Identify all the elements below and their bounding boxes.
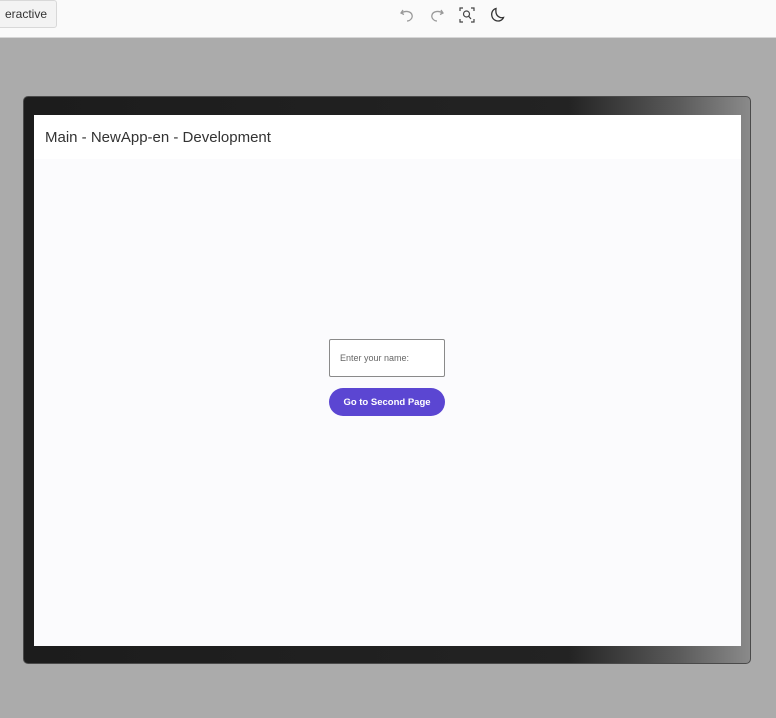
designer-toolbar: eractive bbox=[0, 0, 776, 38]
name-input[interactable] bbox=[329, 339, 445, 377]
toolbar-icon-group bbox=[396, 4, 508, 26]
go-to-second-page-button[interactable]: Go to Second Page bbox=[329, 388, 445, 416]
app-screen: Main - NewApp-en - Development Go to Sec… bbox=[34, 115, 741, 646]
app-header: Main - NewApp-en - Development bbox=[34, 115, 741, 159]
device-frame: Main - NewApp-en - Development Go to Sec… bbox=[23, 96, 751, 664]
name-form: Go to Second Page bbox=[329, 339, 445, 416]
inspect-icon[interactable] bbox=[456, 4, 478, 26]
redo-icon[interactable] bbox=[426, 4, 448, 26]
interactive-mode-button[interactable]: eractive bbox=[0, 0, 58, 28]
page-title: Main - NewApp-en - Development bbox=[45, 128, 271, 146]
dark-mode-icon[interactable] bbox=[486, 4, 508, 26]
undo-icon[interactable] bbox=[396, 4, 418, 26]
